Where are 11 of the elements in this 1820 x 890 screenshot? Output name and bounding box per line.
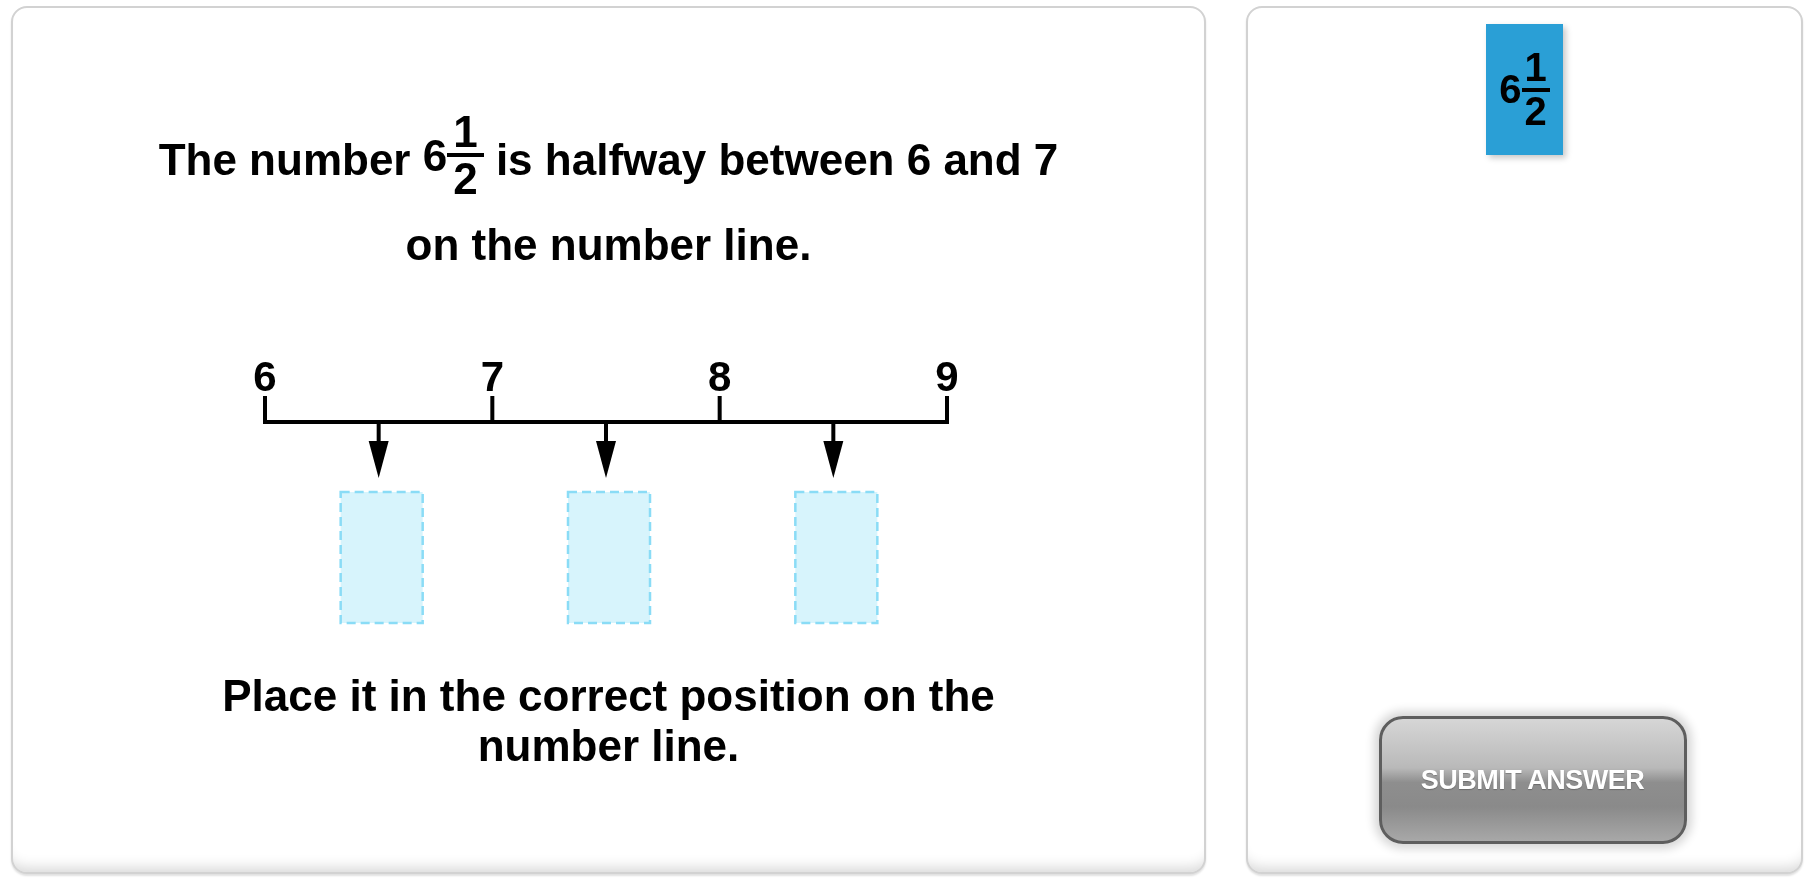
tick-label: 6: [252, 353, 277, 401]
instruction-text: Place it in the correct position on the number line.: [221, 671, 996, 772]
drop-zone[interactable]: [338, 491, 424, 625]
drop-zone[interactable]: [566, 491, 651, 625]
tick-label: 7: [480, 353, 504, 401]
down-arrow: [595, 422, 616, 479]
down-arrow: [822, 422, 843, 479]
tick-label: 8: [707, 353, 731, 401]
drop-zone[interactable]: [793, 491, 879, 625]
tick-label: 9: [934, 353, 959, 401]
down-arrow: [368, 422, 389, 479]
